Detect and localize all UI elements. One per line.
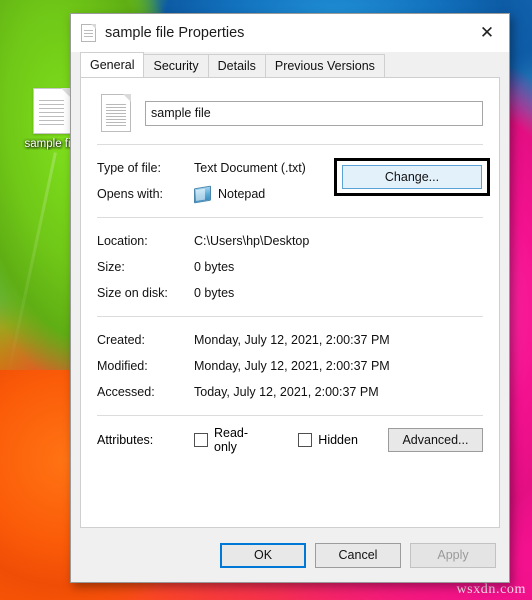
size-row: Size: 0 bytes: [97, 254, 483, 280]
type-of-file-label: Type of file:: [97, 161, 161, 175]
attributes-row: Attributes: Read-only Hidden Advanced...: [97, 426, 483, 454]
watermark: wsxdn.com: [456, 582, 526, 597]
size-value: 0 bytes: [194, 260, 235, 274]
readonly-checkbox[interactable]: Read-only: [194, 426, 268, 454]
opens-with-value: Notepad: [218, 187, 266, 201]
properties-dialog: sample file Properties ✕ General Securit…: [70, 13, 510, 583]
attributes-label: Attributes:: [97, 433, 154, 447]
general-tab-panel: Type of file: Text Document (.txt) Opens…: [80, 77, 500, 528]
dialog-footer: OK Cancel Apply: [71, 528, 509, 582]
accessed-label: Accessed:: [97, 385, 155, 399]
filename-input[interactable]: [145, 100, 483, 126]
readonly-label: Read-only: [214, 426, 249, 454]
location-value: C:\Users\hp\Desktop: [194, 234, 310, 248]
location-label: Location:: [97, 234, 148, 248]
size-on-disk-label: Size on disk:: [97, 286, 168, 300]
opens-with-label: Opens with:: [97, 187, 164, 201]
dialog-titlebar: sample file Properties ✕: [71, 14, 509, 52]
tab-details[interactable]: Details: [207, 54, 266, 77]
tab-security[interactable]: Security: [143, 54, 209, 77]
advanced-button[interactable]: Advanced...: [387, 428, 483, 452]
change-button-highlight: Change...: [334, 158, 490, 196]
hidden-checkbox[interactable]: Hidden: [298, 433, 358, 447]
divider: [97, 217, 483, 218]
modified-row: Modified: Monday, July 12, 2021, 2:00:37…: [97, 353, 483, 379]
notepad-icon: [194, 185, 211, 203]
tab-general[interactable]: General: [80, 52, 145, 77]
size-label: Size:: [97, 260, 125, 274]
accessed-value: Today, July 12, 2021, 2:00:37 PM: [194, 385, 379, 399]
close-icon[interactable]: ✕: [465, 14, 509, 52]
created-label: Created:: [97, 333, 145, 347]
tab-bar: General Security Details Previous Versio…: [71, 52, 509, 77]
modified-label: Modified:: [97, 359, 148, 373]
checkbox-box: [298, 433, 313, 447]
modified-value: Monday, July 12, 2021, 2:00:37 PM: [194, 359, 390, 373]
accessed-row: Accessed: Today, July 12, 2021, 2:00:37 …: [97, 379, 483, 405]
file-name-row: [97, 94, 483, 132]
created-row: Created: Monday, July 12, 2021, 2:00:37 …: [97, 327, 483, 353]
text-document-icon: [81, 24, 96, 42]
size-on-disk-value: 0 bytes: [194, 286, 235, 300]
divider: [97, 316, 483, 317]
hidden-label: Hidden: [318, 433, 358, 447]
checkbox-box: [194, 433, 208, 447]
dialog-title: sample file Properties: [105, 25, 245, 41]
text-document-icon: [101, 94, 131, 132]
divider: [97, 415, 483, 416]
ok-button[interactable]: OK: [220, 542, 306, 568]
apply-button: Apply: [410, 542, 496, 568]
text-document-icon: [33, 88, 71, 134]
created-value: Monday, July 12, 2021, 2:00:37 PM: [194, 333, 390, 347]
divider: [97, 144, 483, 145]
tab-previous-versions[interactable]: Previous Versions: [264, 54, 385, 77]
change-button[interactable]: Change...: [342, 165, 482, 189]
location-row: Location: C:\Users\hp\Desktop: [97, 228, 483, 254]
cancel-button[interactable]: Cancel: [315, 542, 401, 568]
size-on-disk-row: Size on disk: 0 bytes: [97, 280, 483, 306]
